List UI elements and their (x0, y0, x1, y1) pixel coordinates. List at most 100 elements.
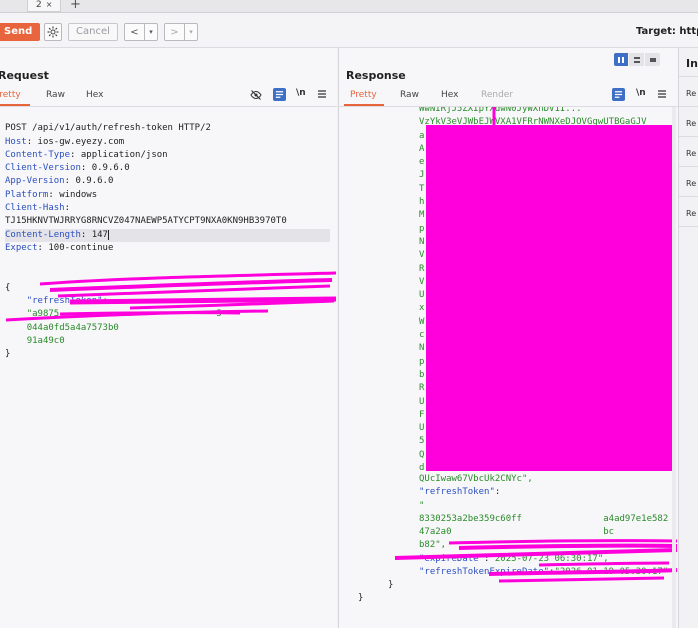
json-value: x (419, 303, 425, 314)
tab-hex[interactable]: Hex (441, 90, 458, 100)
tab-strip (0, 0, 698, 13)
request-title: Request (0, 69, 49, 82)
repeater-tab-2[interactable]: 2 × (27, 0, 61, 12)
send-button[interactable]: Send (0, 23, 40, 41)
divider (679, 76, 698, 77)
json-value: WwNIRjJ5ZXIpYXdwN0JyWXhDV1I... (419, 107, 582, 114)
newline-toggle[interactable]: \n (296, 88, 306, 98)
divider (679, 136, 698, 137)
header-value: 0.9.6.0 (91, 163, 130, 174)
divider (679, 226, 698, 227)
redaction-stroke (492, 107, 496, 135)
json-value: U (419, 290, 425, 301)
json-value: N (419, 343, 425, 354)
token-line-prefixes: aAeJThMpNVRVUxWcNpbRUFU5Qd (419, 130, 424, 476)
add-tab-icon[interactable]: + (70, 0, 81, 12)
json-value: 5 (419, 436, 425, 447)
inspector-item[interactable]: Re (686, 149, 696, 158)
newline-toggle[interactable]: \n (636, 88, 646, 98)
json-value: R (419, 263, 425, 274)
json-value: a (419, 130, 425, 141)
request-editor[interactable]: POST /api/v1/auth/refresh-token HTTP/2 Ho… (5, 109, 330, 388)
menu-icon[interactable] (316, 88, 328, 100)
header-name: Host (5, 136, 27, 147)
json-value: p (419, 356, 425, 367)
back-dropdown-icon[interactable]: ▾ (145, 23, 158, 41)
response-scrollbar[interactable] (672, 107, 676, 628)
header-name: Platform (5, 189, 49, 200)
inspector-pane: In Re Re Re Re Re (678, 48, 698, 628)
menu-icon[interactable] (656, 88, 668, 100)
inspector-item[interactable]: Re (686, 119, 696, 128)
forward-button[interactable]: > (164, 23, 185, 41)
json-value: p (419, 223, 425, 234)
json-value: bc (603, 527, 615, 538)
redaction-scribble (5, 271, 337, 322)
message-format-icon[interactable] (612, 88, 625, 101)
horizontal-view-icon[interactable] (629, 53, 644, 66)
tab-render[interactable]: Render (481, 90, 513, 100)
json-value: V (419, 250, 425, 261)
json-value: 91a49c0 (26, 336, 65, 347)
json-value: Q (419, 449, 425, 460)
header-value: application/json (80, 149, 168, 160)
tab-pretty[interactable]: Pretty (0, 90, 21, 100)
request-line: POST /api/v1/auth/refresh-token HTTP/2 (5, 123, 211, 134)
header-name: Client-Version (5, 163, 81, 174)
target-label[interactable]: Target: https (636, 26, 698, 37)
inspector-item[interactable]: Re (686, 89, 696, 98)
eye-slash-icon[interactable] (249, 88, 262, 101)
header-value: 100-continue (48, 242, 114, 253)
json-value: e (419, 157, 425, 168)
tabbed-view-icon[interactable] (645, 53, 660, 66)
close-icon[interactable]: × (46, 0, 53, 9)
json-value: U (419, 423, 425, 434)
json-value: " (419, 500, 425, 511)
header-value: 147 (91, 229, 108, 240)
divider (679, 166, 698, 167)
header-value: ios-gw.eyezy.com (37, 136, 125, 147)
json-value: h (419, 197, 425, 208)
tab-pretty[interactable]: Pretty (350, 90, 377, 100)
forward-dropdown-icon[interactable]: ▾ (185, 23, 198, 41)
response-title: Response (346, 69, 406, 82)
json-value: a4ad97e1e582 (603, 513, 669, 524)
settings-button[interactable] (44, 23, 62, 41)
request-pane: Request Pretty Raw Hex \n POST /api/v1/a… (0, 48, 337, 628)
json-value: A (419, 143, 425, 154)
header-value: windows (59, 189, 98, 200)
json-value: R (419, 383, 425, 394)
tab-raw[interactable]: Raw (46, 90, 65, 100)
divider (0, 106, 337, 107)
inspector-item[interactable]: Re (686, 209, 696, 218)
response-editor[interactable]: WwNIRjJ5ZXIpYXdwN0JyWXhDV1I... VzYkV3eVJW… (339, 107, 679, 628)
json-value: 47a2a0 (419, 527, 452, 538)
header-name: Content-Length (5, 229, 81, 240)
back-button[interactable]: < (124, 23, 145, 41)
header-name: Expect (5, 242, 38, 253)
redaction-block (426, 125, 673, 471)
cancel-button[interactable]: Cancel (68, 23, 118, 41)
json-value: 8330253a2be359c60ff (419, 513, 522, 524)
divider (679, 106, 698, 107)
json-value: N (419, 236, 425, 247)
json-colon: : (494, 487, 501, 498)
inspector-item[interactable]: Re (686, 179, 696, 188)
split-view-icon[interactable] (614, 53, 628, 66)
json-value: V (419, 276, 425, 287)
json-value: U (419, 396, 425, 407)
tab-label: 2 (36, 0, 42, 10)
gear-icon (47, 26, 59, 38)
header-name: App-Version (5, 176, 65, 187)
tab-raw[interactable]: Raw (400, 90, 419, 100)
redaction-scribble (394, 539, 678, 583)
json-value: M (419, 210, 425, 221)
json-value: J (419, 170, 425, 181)
tab-hex[interactable]: Hex (86, 90, 103, 100)
message-format-icon[interactable] (273, 88, 286, 101)
json-key: "refreshToken" (419, 487, 495, 498)
json-value: c (419, 330, 425, 341)
request-subtabs: Pretty Raw Hex (0, 90, 337, 104)
header-name: Client-Hash (5, 203, 65, 214)
json-close-brace: } (5, 349, 11, 360)
